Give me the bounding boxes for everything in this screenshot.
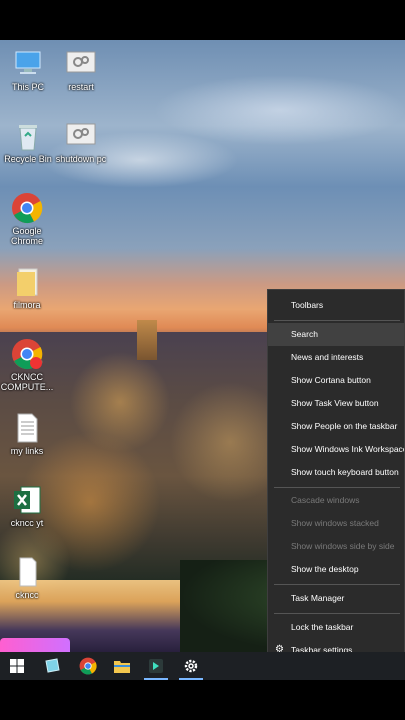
menu-item-cascade-windows: Cascade windows — [291, 495, 360, 505]
desktop-icon-ckncc-yt[interactable]: ckncc yt — [0, 484, 57, 528]
taskbar-context-menu: Toolbars Search News and interests Show … — [267, 289, 405, 663]
menu-item-show-people[interactable]: Show People on the taskbar — [268, 415, 404, 438]
windows-start-icon[interactable] — [0, 652, 34, 680]
taskbar — [0, 652, 405, 680]
shortcut-gears-icon — [65, 120, 97, 152]
file-explorer-icon[interactable] — [105, 652, 139, 680]
chrome-icon — [11, 192, 43, 224]
desktop-icon-restart[interactable]: restart — [51, 48, 111, 92]
menu-separator — [274, 613, 400, 614]
menu-item-lock-the-taskbar[interactable]: Lock the taskbar — [268, 616, 404, 639]
menu-item-show-cortana-button[interactable]: Show Cortana button — [268, 369, 404, 392]
shortcut-gears-icon — [65, 48, 97, 80]
desktop-icon-my-links[interactable]: my links — [0, 412, 57, 456]
task-view-icon[interactable] — [35, 652, 69, 680]
desktop-icon-this-pc[interactable]: This PC — [0, 48, 58, 92]
desktop-icon-label: restart — [68, 82, 94, 92]
computer-icon — [12, 48, 44, 80]
filmora-icon[interactable] — [139, 652, 173, 680]
wallpaper-boat — [0, 638, 70, 652]
menu-item-show-the-desktop[interactable]: Show the desktop — [268, 558, 404, 581]
desktop-icon-shutdown-pc[interactable]: shutdown pc — [51, 120, 111, 164]
desktop-icon-ckncc[interactable]: CKNCC COMPUTE... — [0, 338, 57, 392]
menu-item-show-task-view-button[interactable]: Show Task View button — [268, 392, 404, 415]
folder-icon — [11, 266, 43, 298]
desktop-icon-label: Google Chrome — [10, 226, 43, 246]
desktop-icon-ckncc2[interactable]: ckncc — [0, 556, 57, 600]
menu-item-show-touch-keyboard[interactable]: Show touch keyboard button — [268, 461, 404, 484]
recycle-bin-icon — [12, 120, 44, 152]
menu-separator — [274, 584, 400, 585]
desktop-icon-google-chrome[interactable]: Google Chrome — [0, 192, 57, 246]
menu-item-task-manager[interactable]: Task Manager — [268, 587, 404, 610]
menu-item-search[interactable]: Search — [268, 323, 404, 346]
desktop-icon-label: ckncc — [15, 590, 39, 600]
desktop-icon-label: Recycle Bin — [4, 154, 52, 164]
desktop-icon-label: CKNCC COMPUTE... — [0, 372, 54, 392]
desktop-icon-recycle-bin[interactable]: Recycle Bin — [0, 120, 58, 164]
chrome-icon[interactable] — [71, 652, 105, 680]
desktop-icon-label: ckncc yt — [10, 518, 44, 528]
desktop-icon-label: my links — [10, 446, 44, 456]
chrome-icon — [11, 338, 43, 370]
menu-item-news-and-interests[interactable]: News and interests — [268, 346, 404, 369]
settings-icon[interactable] — [174, 652, 208, 680]
menu-item-show-windows-ink[interactable]: Show Windows Ink Workspace button — [268, 438, 404, 461]
desktop-icon-label: filmora — [13, 300, 41, 310]
menu-separator — [274, 487, 400, 488]
desktop-icon-label: shutdown pc — [55, 154, 107, 164]
menu-item-show-windows-stacked: Show windows stacked — [291, 518, 379, 528]
wallpaper-tower — [137, 320, 157, 360]
text-document-icon — [11, 412, 43, 444]
menu-item-show-windows-side-by-side: Show windows side by side — [291, 541, 395, 551]
blank-file-icon — [11, 556, 43, 588]
menu-separator — [274, 320, 400, 321]
desktop-icon-label: This PC — [11, 82, 44, 92]
menu-item-toolbars[interactable]: Toolbars — [268, 294, 404, 317]
desktop-icon-filmora[interactable]: filmora — [0, 266, 57, 310]
excel-icon — [11, 484, 43, 516]
